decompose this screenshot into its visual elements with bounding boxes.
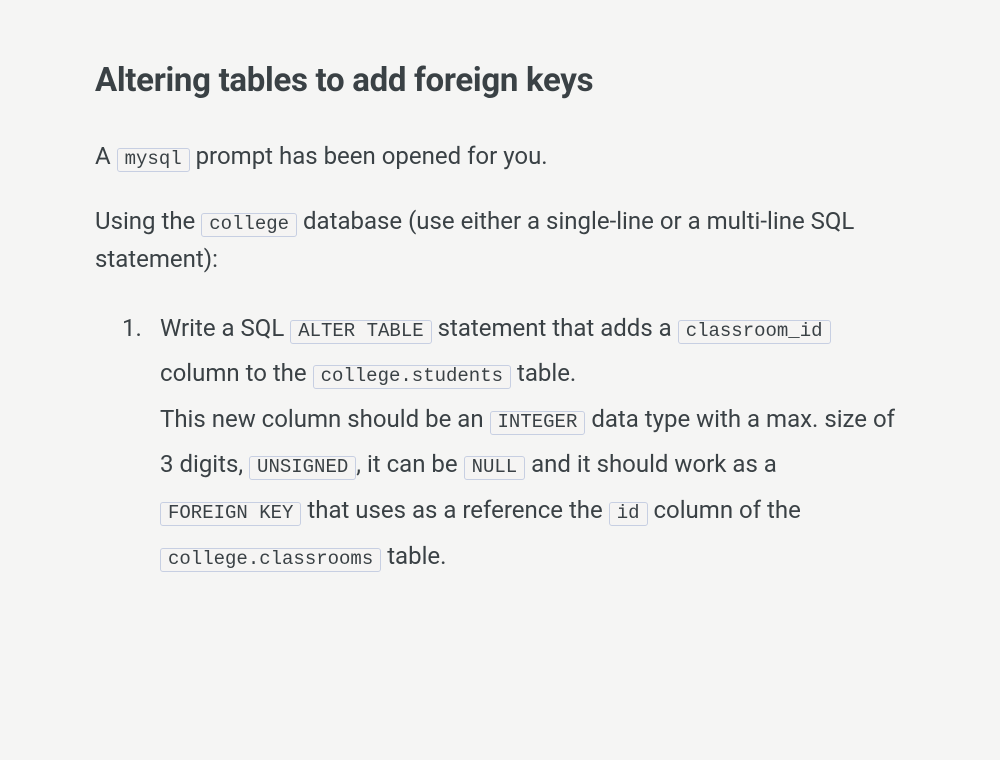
code-classroom-id: classroom_id bbox=[678, 320, 831, 344]
text: prompt has been opened for you. bbox=[190, 142, 548, 170]
text: This new column should be an bbox=[160, 405, 490, 433]
code-college: college bbox=[201, 213, 297, 237]
text: Write a SQL bbox=[160, 314, 290, 342]
text: column to the bbox=[160, 359, 313, 387]
text: column of the bbox=[648, 496, 801, 524]
text: , it can be bbox=[356, 450, 463, 478]
text: and it should work as a bbox=[525, 450, 777, 478]
code-alter-table: ALTER TABLE bbox=[290, 320, 431, 344]
code-unsigned: UNSIGNED bbox=[249, 456, 356, 480]
intro-paragraph-2: Using the college database (use either a… bbox=[95, 203, 905, 277]
task-list: Write a SQL ALTER TABLE statement that a… bbox=[95, 306, 905, 580]
intro-paragraph-1: A mysql prompt has been opened for you. bbox=[95, 138, 905, 175]
text: A bbox=[95, 142, 117, 170]
code-id: id bbox=[609, 502, 648, 526]
code-college-classrooms: college.classrooms bbox=[160, 548, 381, 572]
page-heading: Altering tables to add foreign keys bbox=[95, 55, 905, 106]
task-item-1: Write a SQL ALTER TABLE statement that a… bbox=[160, 306, 905, 580]
code-college-students: college.students bbox=[313, 365, 511, 389]
code-integer: INTEGER bbox=[490, 411, 586, 435]
text: table. bbox=[381, 542, 446, 570]
text: that uses as a reference the bbox=[301, 496, 608, 524]
code-mysql: mysql bbox=[117, 148, 190, 172]
code-foreign-key: FOREIGN KEY bbox=[160, 502, 301, 526]
text: table. bbox=[511, 359, 576, 387]
text: Using the bbox=[95, 207, 201, 235]
code-null: NULL bbox=[464, 456, 526, 480]
text: statement that adds a bbox=[432, 314, 678, 342]
